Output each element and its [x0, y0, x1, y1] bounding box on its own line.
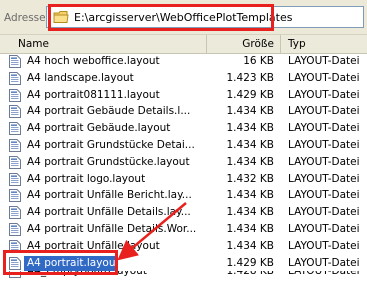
address-annotation-box — [48, 4, 274, 31]
file-type: LAYOUT-Datei — [288, 138, 360, 151]
file-size: 1.423 KB — [226, 71, 275, 84]
file-row[interactable]: A4 portrait Grundstücke Detai... 1.434 KB… — [0, 137, 367, 154]
file-size: 1.434 KB — [226, 206, 275, 219]
layout-file-icon — [9, 189, 21, 203]
file-name[interactable]: A4 portrait logo.layout — [27, 171, 205, 188]
layout-file-icon — [9, 155, 21, 169]
file-name[interactable]: A4 portrait Grundstücke Detai... — [27, 137, 205, 154]
file-size: 1.429 KB — [226, 256, 275, 269]
file-type: LAYOUT-Datei — [288, 189, 360, 202]
file-type: LAYOUT-Datei — [288, 206, 360, 219]
file-name[interactable]: A4 portrait081111.layout — [27, 87, 205, 104]
file-name[interactable]: A4 portrait Unfälle Details.lay... — [27, 204, 205, 221]
file-name[interactable]: A4 landscape.layout — [27, 70, 205, 87]
layout-file-icon — [9, 105, 21, 119]
column-header-name[interactable]: Name — [0, 35, 207, 53]
file-row[interactable]: A4 portrait Unfälle Details.Wor... 1.434 … — [0, 221, 367, 238]
file-list: A4 hoch weboffice.layout 16 KB LAYOUT-Date… — [0, 53, 367, 281]
file-size: 1.434 KB — [226, 122, 275, 135]
explorer-window: Adresse E:\arcgisserver\WebOfficePlotTem… — [0, 0, 367, 282]
file-size: 1.434 KB — [226, 138, 275, 151]
layout-file-icon — [9, 172, 21, 186]
file-name[interactable]: A4 portrait Gebäude Details.l... — [27, 103, 205, 120]
file-row[interactable]: A4 portrait Unfälle Details.lay... 1.434 … — [0, 204, 367, 221]
file-name[interactable]: A4 portrait Gebäude.layout — [27, 120, 205, 137]
file-size: 1.434 KB — [226, 105, 275, 118]
file-name[interactable]: A4 portrait Unfälle Details.Wor... — [27, 221, 205, 238]
file-size: 1.434 KB — [226, 239, 275, 252]
layout-file-icon — [9, 222, 21, 236]
column-header: Name Größe Typ — [0, 35, 367, 54]
file-name[interactable]: A4 portrait Grundstücke.layout — [27, 154, 205, 171]
file-type: LAYOUT-Datei — [288, 55, 360, 67]
file-type: LAYOUT-Datei — [288, 172, 360, 185]
layout-file-icon — [9, 138, 21, 152]
file-row[interactable]: A4 portrait Gebäude Details.l... 1.434 KB… — [0, 103, 367, 120]
file-row[interactable]: A4 hoch weboffice.layout 16 KB LAYOUT-Date… — [0, 53, 367, 70]
file-row[interactable]: A4 portrait logo.layout 1.432 KB LAYOUT-Da… — [0, 171, 367, 188]
layout-file-icon — [9, 55, 21, 68]
file-row[interactable]: A4 portrait Grundstücke.layout 1.434 KB LA… — [0, 154, 367, 171]
file-row[interactable]: A4 portrait Unfälle Bericht.lay... 1.434 … — [0, 187, 367, 204]
file-row[interactable]: A4 portrait Gebäude.layout 1.434 KB LAYOUT… — [0, 120, 367, 137]
layout-file-icon — [9, 206, 21, 220]
file-type: LAYOUT-Datei — [288, 239, 360, 252]
file-size: 1.434 KB — [226, 155, 275, 168]
file-size: 1.428 KB — [226, 271, 275, 278]
file-size: 1.434 KB — [226, 189, 275, 202]
file-type: LAYOUT-Datei — [288, 271, 360, 278]
file-type: LAYOUT-Datei — [288, 88, 360, 101]
layout-file-icon — [9, 88, 21, 102]
file-type: LAYOUT-Datei — [288, 105, 360, 118]
selection-annotation-box — [3, 250, 118, 275]
file-type: LAYOUT-Datei — [288, 122, 360, 135]
file-size: 1.429 KB — [226, 88, 275, 101]
file-size: 16 KB — [243, 55, 274, 67]
file-size: 1.432 KB — [226, 172, 275, 185]
file-row[interactable]: A4 portrait081111.layout 1.429 KB LAYOUT-D… — [0, 87, 367, 104]
address-label: Adresse — [4, 12, 46, 24]
address-bar: Adresse E:\arcgisserver\WebOfficePlotTem… — [0, 0, 367, 35]
file-type: LAYOUT-Datei — [288, 71, 360, 84]
file-type: LAYOUT-Datei — [288, 155, 360, 168]
file-name[interactable]: A4 portrait Unfälle Bericht.lay... — [27, 187, 205, 204]
file-size: 1.434 KB — [226, 222, 275, 235]
column-header-size[interactable]: Größe — [207, 35, 281, 53]
layout-file-icon — [9, 71, 21, 85]
file-type: LAYOUT-Datei — [288, 256, 360, 269]
file-name[interactable]: A4 hoch weboffice.layout — [27, 53, 205, 70]
file-row[interactable]: A4 landscape.layout 1.423 KB LAYOUT-Datei — [0, 70, 367, 87]
file-type: LAYOUT-Datei — [288, 222, 360, 235]
layout-file-icon — [9, 122, 21, 136]
column-header-type[interactable]: Typ — [282, 35, 367, 53]
